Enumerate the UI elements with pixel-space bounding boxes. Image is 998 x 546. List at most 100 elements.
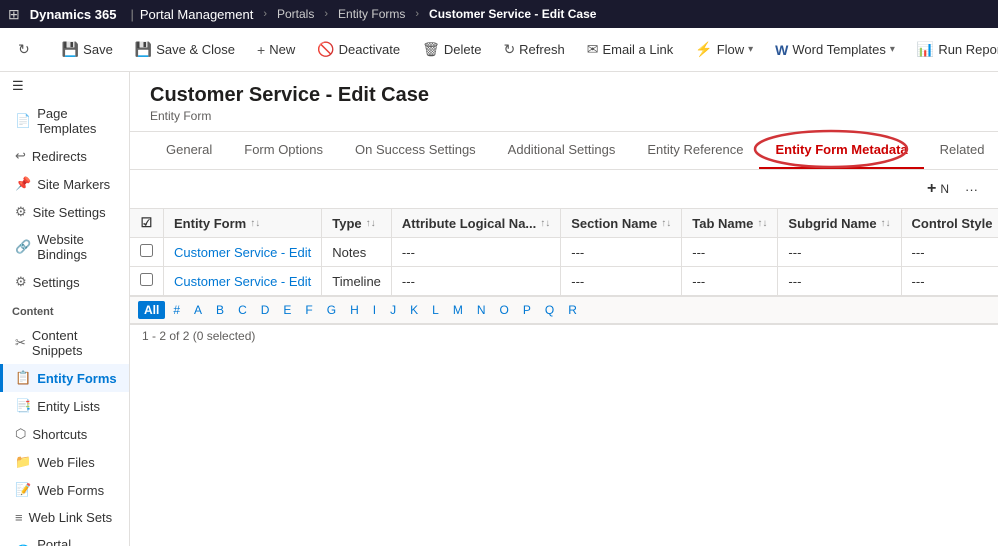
tab-entity-reference[interactable]: Entity Reference bbox=[631, 132, 759, 169]
alpha-btn-g[interactable]: G bbox=[321, 301, 342, 319]
settings-icon: ⚙ bbox=[15, 274, 27, 290]
alpha-btn-h[interactable]: H bbox=[344, 301, 365, 319]
breadcrumb-entity-forms[interactable]: Entity Forms bbox=[338, 7, 405, 21]
new-button[interactable]: + New bbox=[247, 38, 305, 62]
row1-attribute: --- bbox=[391, 238, 560, 267]
entity-lists-label: Entity Lists bbox=[37, 399, 100, 414]
subgrid-sort-icon: ↑↓ bbox=[881, 218, 891, 229]
row2-checkbox[interactable] bbox=[140, 273, 153, 286]
main-layout: ☰ 📄 Page Templates ↩ Redirects 📌 Site Ma… bbox=[0, 72, 998, 546]
refresh-button[interactable]: ↻ Refresh bbox=[493, 37, 574, 62]
grid-status-text: 1 - 2 of 2 (0 selected) bbox=[142, 329, 255, 343]
row2-subgrid: --- bbox=[778, 267, 901, 296]
alpha-btn-o[interactable]: O bbox=[494, 301, 515, 319]
alpha-btn-b[interactable]: B bbox=[210, 301, 230, 319]
sidebar-item-entity-lists[interactable]: 📑 Entity Lists bbox=[0, 392, 129, 420]
sidebar-item-web-files[interactable]: 📁 Web Files bbox=[0, 448, 129, 476]
app-name[interactable]: Dynamics 365 bbox=[30, 7, 117, 22]
row1-checkbox[interactable] bbox=[140, 244, 153, 257]
col-header-section[interactable]: Section Name ↑↓ bbox=[561, 209, 682, 238]
row1-entity-form[interactable]: Customer Service - Edit bbox=[164, 238, 322, 267]
alpha-btn-n[interactable]: N bbox=[471, 301, 492, 319]
breadcrumb-portals[interactable]: Portals bbox=[277, 7, 314, 21]
deactivate-label: Deactivate bbox=[339, 42, 400, 57]
col-header-control[interactable]: Control Style ↑↓ bbox=[901, 209, 998, 238]
select-all-checkbox[interactable]: ☑ bbox=[141, 215, 153, 230]
alpha-btn-p[interactable]: P bbox=[517, 301, 537, 319]
alpha-btn-d[interactable]: D bbox=[255, 301, 276, 319]
alpha-btn-k[interactable]: K bbox=[404, 301, 424, 319]
app-grid-icon[interactable]: ⊞ bbox=[8, 6, 20, 23]
tab-on-success[interactable]: On Success Settings bbox=[339, 132, 492, 169]
alpha-btn-l[interactable]: L bbox=[426, 301, 445, 319]
col-header-tab[interactable]: Tab Name ↑↓ bbox=[682, 209, 778, 238]
content-snippets-icon: ✂ bbox=[15, 335, 26, 351]
deactivate-button[interactable]: 🚫 Deactivate bbox=[307, 37, 410, 62]
row2-tab: --- bbox=[682, 267, 778, 296]
sidebar-item-settings[interactable]: ⚙ Settings bbox=[0, 268, 129, 296]
run-report-button[interactable]: 📊 Run Report ▾ bbox=[907, 37, 998, 62]
alpha-btn-f[interactable]: F bbox=[299, 301, 318, 319]
sidebar-item-website-bindings[interactable]: 🔗 Website Bindings bbox=[0, 226, 129, 268]
sidebar-item-portal-languages[interactable]: 🌐 Portal Languages bbox=[0, 531, 129, 546]
alpha-btn-e[interactable]: E bbox=[277, 301, 297, 319]
word-templates-button[interactable]: W Word Templates ▾ bbox=[765, 38, 905, 62]
col-header-entity-form[interactable]: Entity Form ↑↓ bbox=[164, 209, 322, 238]
alpha-btn-a[interactable]: A bbox=[188, 301, 208, 319]
alpha-btn-c[interactable]: C bbox=[232, 301, 253, 319]
refresh-circle-btn[interactable]: ↻ bbox=[8, 37, 40, 62]
col-header-type[interactable]: Type ↑↓ bbox=[322, 209, 392, 238]
sidebar-item-page-templates[interactable]: 📄 Page Templates bbox=[0, 100, 129, 142]
sidebar-item-site-settings[interactable]: ⚙ Site Settings bbox=[0, 198, 129, 226]
entity-form-sort-icon: ↑↓ bbox=[250, 218, 260, 229]
sidebar-item-web-link-sets[interactable]: ≡ Web Link Sets bbox=[0, 504, 129, 531]
entity-forms-label: Entity Forms bbox=[37, 371, 116, 386]
portal-management-label[interactable]: Portal Management bbox=[140, 7, 253, 22]
sidebar-item-shortcuts[interactable]: ⬡ Shortcuts bbox=[0, 420, 129, 448]
tab-form-options[interactable]: Form Options bbox=[228, 132, 339, 169]
email-link-button[interactable]: ✉ Email a Link bbox=[577, 37, 684, 62]
sidebar-item-entity-forms[interactable]: 📋 Entity Forms bbox=[0, 364, 129, 392]
grid-new-button[interactable]: + N bbox=[919, 176, 957, 202]
web-forms-label: Web Forms bbox=[37, 483, 104, 498]
flow-button[interactable]: ⚡ Flow ▾ bbox=[685, 37, 763, 62]
alpha-btn-hash[interactable]: # bbox=[167, 301, 186, 319]
data-grid: ☑ Entity Form ↑↓ Type ↑↓ bbox=[130, 209, 998, 296]
sidebar-item-content-snippets[interactable]: ✂ Content Snippets bbox=[0, 322, 129, 364]
flow-chevron-icon: ▾ bbox=[748, 44, 753, 55]
alpha-btn-all[interactable]: All bbox=[138, 301, 165, 319]
grid-more-icon: ··· bbox=[965, 182, 978, 197]
tab-related[interactable]: Related bbox=[924, 132, 998, 169]
alpha-btn-q[interactable]: Q bbox=[539, 301, 560, 319]
col-header-check[interactable]: ☑ bbox=[130, 209, 164, 238]
delete-button[interactable]: 🗑 Delete bbox=[412, 37, 491, 62]
save-button[interactable]: 💾 Save bbox=[52, 37, 123, 62]
sidebar-item-redirects[interactable]: ↩ Redirects bbox=[0, 142, 129, 170]
alpha-btn-i[interactable]: I bbox=[367, 301, 382, 319]
refresh-icon: ↻ bbox=[503, 41, 515, 58]
alpha-btn-r[interactable]: R bbox=[562, 301, 583, 319]
row2-entity-form-link[interactable]: Customer Service - Edit bbox=[174, 274, 311, 289]
delete-icon: 🗑 bbox=[422, 41, 440, 58]
sidebar-item-web-forms[interactable]: 📝 Web Forms bbox=[0, 476, 129, 504]
row2-entity-form[interactable]: Customer Service - Edit bbox=[164, 267, 322, 296]
alpha-btn-j[interactable]: J bbox=[384, 301, 402, 319]
website-bindings-icon: 🔗 bbox=[15, 239, 31, 255]
row1-check[interactable] bbox=[130, 238, 164, 267]
tab-general[interactable]: General bbox=[150, 132, 228, 169]
sidebar-item-site-markers[interactable]: 📌 Site Markers bbox=[0, 170, 129, 198]
tab-entity-form-metadata[interactable]: Entity Form Metadata bbox=[759, 132, 923, 169]
alpha-btn-m[interactable]: M bbox=[447, 301, 469, 319]
content-area: Customer Service - Edit Case Entity Form… bbox=[130, 72, 998, 546]
col-header-subgrid[interactable]: Subgrid Name ↑↓ bbox=[778, 209, 901, 238]
tab-additional[interactable]: Additional Settings bbox=[492, 132, 632, 169]
row2-check[interactable] bbox=[130, 267, 164, 296]
sidebar-toggle[interactable]: ☰ bbox=[0, 72, 129, 100]
col-header-attribute[interactable]: Attribute Logical Na... ↑↓ bbox=[391, 209, 560, 238]
content-section-header: Content bbox=[0, 296, 129, 322]
grid-more-button[interactable]: ··· bbox=[957, 178, 986, 201]
row1-entity-form-link[interactable]: Customer Service - Edit bbox=[174, 245, 311, 260]
website-bindings-label: Website Bindings bbox=[37, 232, 117, 262]
run-report-icon: 📊 bbox=[917, 41, 934, 58]
save-close-button[interactable]: 💾 Save & Close bbox=[125, 37, 245, 62]
